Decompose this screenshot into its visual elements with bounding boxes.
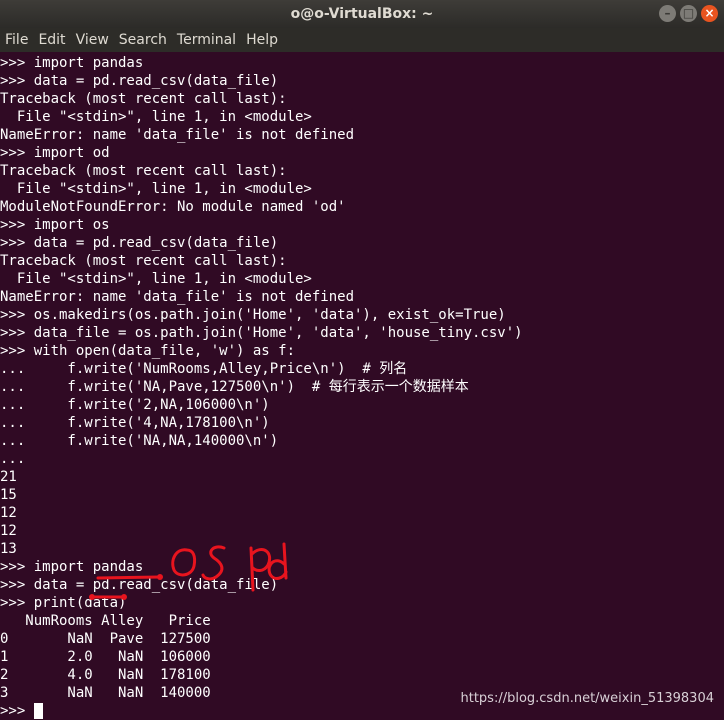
terminal-line: >>> with open(data_file, 'w') as f: (0, 343, 296, 359)
menu-view[interactable]: View (71, 32, 114, 48)
terminal-line: File "<stdin>", line 1, in <module> (0, 109, 312, 125)
terminal-line: >>> import pandas (0, 559, 144, 575)
terminal-line: ModuleNotFoundError: No module named 'od… (0, 199, 346, 215)
terminal-line: >>> data = pd.read_csv(data_file) (0, 577, 279, 593)
terminal-line: Traceback (most recent call last): (0, 253, 287, 269)
menu-bar: File Edit View Search Terminal Help (0, 28, 724, 52)
terminal-line: NumRooms Alley Price (0, 613, 211, 629)
terminal-line: ... f.write('2,NA,106000\n') (0, 397, 270, 413)
window-controls: – □ × (659, 5, 718, 22)
terminal-line: 12 (0, 505, 17, 521)
terminal-line: ... f.write('NumRooms,Alley,Price\n') # … (0, 361, 408, 377)
terminal-line: NameError: name 'data_file' is not defin… (0, 127, 355, 143)
terminal-line: ... f.write('NA,Pave,127500\n') # 每行表示一个… (0, 379, 469, 395)
menu-file[interactable]: File (0, 32, 33, 48)
terminal-line: ... (0, 451, 26, 467)
terminal-line: ... f.write('NA,NA,140000\n') (0, 433, 279, 449)
terminal-output[interactable]: >>> import pandas >>> data = pd.read_csv… (0, 54, 724, 719)
window-titlebar[interactable]: o@o-VirtualBox: ~ – □ × (0, 0, 724, 28)
terminal-line: 1 2.0 NaN 106000 (0, 649, 211, 665)
terminal-line: File "<stdin>", line 1, in <module> (0, 271, 312, 287)
watermark: https://blog.csdn.net/weixin_51398304 (460, 691, 714, 706)
terminal-line: 21 (0, 469, 17, 485)
terminal-line: >>> data = pd.read_csv(data_file) (0, 73, 279, 89)
terminal-line: 0 NaN Pave 127500 (0, 631, 211, 647)
terminal-line: >>> import pandas (0, 55, 144, 71)
maximize-icon[interactable]: □ (680, 5, 697, 22)
terminal-line: 12 (0, 523, 17, 539)
terminal-line: >>> data_file = os.path.join('Home', 'da… (0, 325, 523, 341)
terminal-line: Traceback (most recent call last): (0, 91, 287, 107)
terminal-line: 2 4.0 NaN 178100 (0, 667, 211, 683)
menu-terminal[interactable]: Terminal (172, 32, 241, 48)
terminal-line: >>> import os (0, 217, 110, 233)
menu-help[interactable]: Help (241, 32, 283, 48)
terminal-prompt: >>> (0, 703, 34, 719)
terminal-line: ... f.write('4,NA,178100\n') (0, 415, 270, 431)
minimize-icon[interactable]: – (659, 5, 676, 22)
terminal-line: File "<stdin>", line 1, in <module> (0, 181, 312, 197)
menu-search[interactable]: Search (114, 32, 172, 48)
terminal-line: >>> os.makedirs(os.path.join('Home', 'da… (0, 307, 506, 323)
terminal-line: >>> print(data) (0, 595, 127, 611)
terminal-line: >>> import od (0, 145, 110, 161)
close-icon[interactable]: × (701, 5, 718, 22)
menu-edit[interactable]: Edit (33, 32, 70, 48)
window-title: o@o-VirtualBox: ~ (290, 6, 434, 22)
terminal-line: >>> data = pd.read_csv(data_file) (0, 235, 279, 251)
text-cursor (33, 703, 43, 719)
terminal-line: 15 (0, 487, 17, 503)
terminal-line: NameError: name 'data_file' is not defin… (0, 289, 355, 305)
terminal-line: 13 (0, 541, 17, 557)
terminal-line: Traceback (most recent call last): (0, 163, 287, 179)
